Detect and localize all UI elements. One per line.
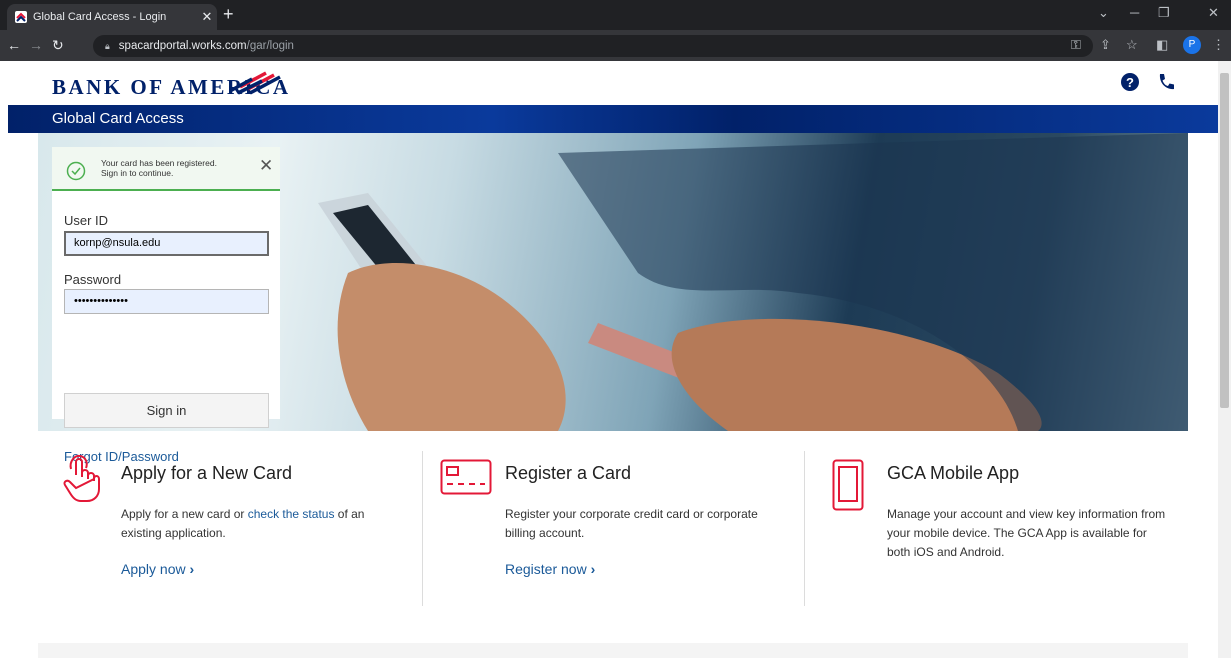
url-path: /gar/login — [246, 40, 294, 52]
new-tab-button[interactable]: + — [223, 4, 234, 24]
side-panel-icon[interactable]: ◧ — [1156, 37, 1168, 53]
gca-mobile-app-title: GCA Mobile App — [887, 463, 1020, 483]
scrollbar-thumb[interactable] — [1220, 73, 1229, 408]
url-host: spacardportal.works.com — [118, 40, 247, 52]
address-toolbar: ← → ↻ 🔒︎ spacardportal.works.com/gar/log… — [0, 30, 1231, 61]
register-card-title: Register a Card — [505, 463, 632, 483]
register-now-label: Register now — [505, 561, 587, 577]
browser-tab-bar: Global Card Access - Login ✕ + ⌄ ─ ❐ ✕ — [0, 0, 1231, 30]
password-input[interactable]: •••••••••••••• — [64, 289, 269, 314]
phone-icon[interactable] — [1156, 72, 1176, 92]
close-icon[interactable]: ✕ — [259, 156, 273, 176]
help-icon[interactable]: ? — [1120, 72, 1140, 92]
chevron-right-icon: › — [590, 561, 596, 577]
reload-button[interactable]: ↻ — [52, 37, 64, 54]
lock-icon: 🔒︎ — [105, 40, 110, 51]
hand-pointer-icon — [63, 454, 100, 502]
apply-new-card-title: Apply for a New Card — [121, 463, 293, 483]
tab-close-icon[interactable]: ✕ — [197, 9, 217, 25]
register-now-link[interactable]: Register now › — [505, 561, 595, 577]
tab-search-icon[interactable]: ⌄ — [1098, 5, 1109, 21]
close-window-button[interactable]: ✕ — [1208, 5, 1219, 21]
apply-now-label: Apply now — [121, 561, 186, 577]
check-status-link[interactable]: check the status — [248, 507, 335, 521]
login-panel: Your card has been registered. Sign in t… — [52, 147, 280, 464]
page-scrollbar[interactable] — [1218, 61, 1231, 658]
card-icon — [440, 459, 492, 495]
global-card-access-banner: Global Card Access — [8, 105, 1218, 133]
apply-description: Apply for a new card or check the status… — [121, 505, 401, 543]
url-bar[interactable]: 🔒︎ spacardportal.works.com/gar/login — [93, 35, 1093, 57]
chevron-right-icon: › — [189, 561, 195, 577]
forward-button[interactable]: → — [29, 37, 43, 53]
mobile-phone-icon — [832, 459, 864, 511]
menu-icon[interactable]: ⋮ — [1212, 37, 1225, 53]
bank-favicon-icon — [15, 11, 27, 23]
apply-now-link[interactable]: Apply now › — [121, 561, 194, 577]
password-label: Password — [64, 272, 122, 287]
footer-strip — [38, 643, 1188, 658]
maximize-button[interactable]: ❐ — [1158, 5, 1170, 21]
notice-message: Your card has been registered. Sign in t… — [101, 158, 246, 178]
feature-divider — [422, 451, 423, 606]
mobile-app-description: Manage your account and view key informa… — [887, 507, 1166, 559]
user-id-label: User ID — [64, 213, 109, 228]
back-button[interactable]: ← — [7, 37, 21, 53]
bank-flag-logo-icon — [229, 71, 281, 95]
apply-desc-text-1: Apply for a new card or — [121, 507, 248, 521]
minimize-button[interactable]: ─ — [1130, 5, 1139, 20]
profile-avatar[interactable]: P — [1183, 36, 1201, 54]
tab-title: Global Card Access - Login — [33, 11, 167, 23]
user-id-input[interactable]: kornp@nsula.edu — [64, 231, 269, 256]
register-description: Register your corporate credit card or c… — [505, 507, 758, 540]
check-circle-icon — [66, 161, 86, 181]
page-content: BANK OF AMERICA ? Global Card Access You… — [0, 61, 1218, 658]
sign-in-button[interactable]: Sign in — [64, 393, 269, 428]
notice-line-2: Sign in to continue. — [101, 167, 174, 178]
bookmark-star-icon[interactable]: ☆ — [1126, 37, 1138, 53]
browser-tab[interactable]: Global Card Access - Login ✕ — [7, 4, 217, 30]
svg-text:?: ? — [1126, 75, 1134, 90]
registration-success-notice: Your card has been registered. Sign in t… — [52, 147, 280, 191]
share-icon[interactable]: ⇪ — [1100, 37, 1111, 53]
key-icon[interactable]: ⚿ — [1071, 37, 1081, 53]
site-subtitle: Global Card Access — [52, 110, 184, 127]
feature-divider — [804, 451, 805, 606]
